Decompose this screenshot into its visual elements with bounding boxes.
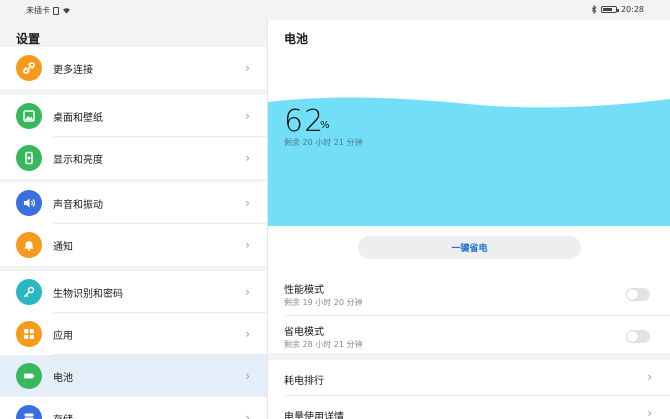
performance-mode-row[interactable]: 性能模式 剩余 19 小时 20 分钟 — [268, 274, 670, 316]
sidebar-item-label: 显示和亮度 — [53, 154, 103, 166]
chevron-right-icon: › — [647, 406, 652, 419]
sim-icon — [53, 6, 59, 15]
chevron-right-icon: › — [245, 61, 250, 75]
chevron-right-icon: › — [245, 369, 250, 383]
chevron-right-icon: › — [245, 327, 250, 341]
chevron-right-icon: › — [245, 285, 250, 299]
sidebar-item-more-connections[interactable]: 更多连接 › — [0, 47, 268, 89]
group-connections: 更多连接 › — [0, 47, 268, 89]
battery-percent: 62 — [284, 104, 325, 139]
row-label: 电量使用详情 — [284, 412, 344, 419]
sidebar-item-label: 通知 — [53, 241, 73, 253]
one-tap-power-save-button[interactable]: 一键省电 — [358, 236, 581, 259]
phone-brightness-icon — [16, 145, 42, 171]
performance-mode-title: 性能模式 — [284, 285, 324, 296]
bluetooth-icon — [591, 5, 597, 14]
chevron-right-icon: › — [245, 196, 250, 210]
sidebar-item-wallpaper[interactable]: 桌面和壁纸 › — [0, 95, 268, 137]
sidebar-item-sound-vibration[interactable]: 声音和振动 › — [0, 182, 268, 224]
sidebar-item-biometrics-password[interactable]: 生物识别和密码 › — [0, 271, 268, 313]
sidebar-item-notifications[interactable]: 通知 › — [0, 224, 268, 266]
chevron-right-icon: › — [245, 109, 250, 123]
sidebar-item-label: 更多连接 — [53, 64, 93, 76]
sidebar-item-label: 存储 — [53, 411, 73, 419]
power-saving-mode-toggle[interactable] — [626, 330, 650, 343]
chevron-right-icon: › — [245, 238, 250, 252]
battery-icon — [16, 363, 42, 389]
chevron-right-icon: › — [647, 370, 652, 384]
chevron-right-icon: › — [245, 411, 250, 419]
power-saving-mode-row[interactable]: 省电模式 剩余 28 小时 21 分钟 — [268, 316, 670, 358]
sidebar-item-label: 桌面和壁纸 — [53, 112, 103, 124]
status-time: 20:28 — [620, 5, 644, 14]
link-icon — [16, 55, 42, 81]
group-display: 桌面和壁纸 › 显示和亮度 › — [0, 95, 268, 179]
row-label: 耗电排行 — [284, 376, 324, 387]
performance-mode-subtitle: 剩余 19 小时 20 分钟 — [284, 298, 363, 307]
sidebar-item-apps[interactable]: 应用 › — [0, 313, 268, 355]
power-saving-mode-subtitle: 剩余 28 小时 21 分钟 — [284, 340, 363, 349]
settings-screen: 未插卡 20:28 设置 更多连接 › 桌面和壁纸 › 显示和亮度 › 声音和振… — [0, 0, 670, 419]
battery-status-icon — [600, 6, 619, 13]
page-title: 电池 — [284, 32, 309, 46]
apps-grid-icon — [16, 321, 42, 347]
image-icon — [16, 103, 42, 129]
speaker-icon — [16, 190, 42, 216]
wifi-icon — [63, 8, 70, 14]
sidebar-item-label: 应用 — [53, 330, 73, 342]
storage-icon — [16, 405, 42, 419]
sidebar-item-display-brightness[interactable]: 显示和亮度 › — [0, 137, 268, 179]
performance-mode-toggle[interactable] — [626, 288, 650, 301]
power-consumption-ranking-row[interactable]: 耗电排行 › — [268, 360, 670, 396]
battery-remaining-time: 剩余 20 小时 21 分钟 — [284, 138, 363, 147]
status-bar: 未插卡 20:28 — [0, 0, 670, 20]
sidebar-item-battery[interactable]: 电池 › — [0, 355, 268, 397]
power-saving-mode-title: 省电模式 — [284, 327, 324, 338]
battery-detail-panel: 电池 62 % 剩余 20 小时 21 分钟 一键省电 性能模式 剩余 19 小… — [268, 20, 670, 419]
battery-percent-sign: % — [320, 120, 330, 131]
group-sound: 声音和振动 › 通知 › — [0, 182, 268, 266]
group-security-apps: 生物识别和密码 › 应用 › 电池 › › — [0, 271, 268, 419]
sidebar-item-label: 生物识别和密码 — [53, 288, 123, 300]
battery-usage-details-row[interactable]: 电量使用详情 › — [268, 396, 670, 419]
key-icon — [16, 279, 42, 305]
chevron-right-icon: › — [245, 151, 250, 165]
sidebar-item-storage[interactable]: 存储 › — [0, 397, 268, 419]
sidebar-item-label: 声音和振动 — [53, 199, 103, 211]
section-gap — [268, 353, 670, 360]
carrier-label: 未插卡 — [26, 6, 50, 15]
settings-sidebar: 设置 更多连接 › 桌面和壁纸 › 显示和亮度 › 声音和振动 › 通知 › 生… — [0, 20, 268, 419]
sidebar-item-label: 电池 — [53, 372, 73, 384]
battery-level-wave — [268, 97, 670, 226]
settings-title: 设置 — [16, 32, 41, 46]
bell-icon — [16, 232, 42, 258]
